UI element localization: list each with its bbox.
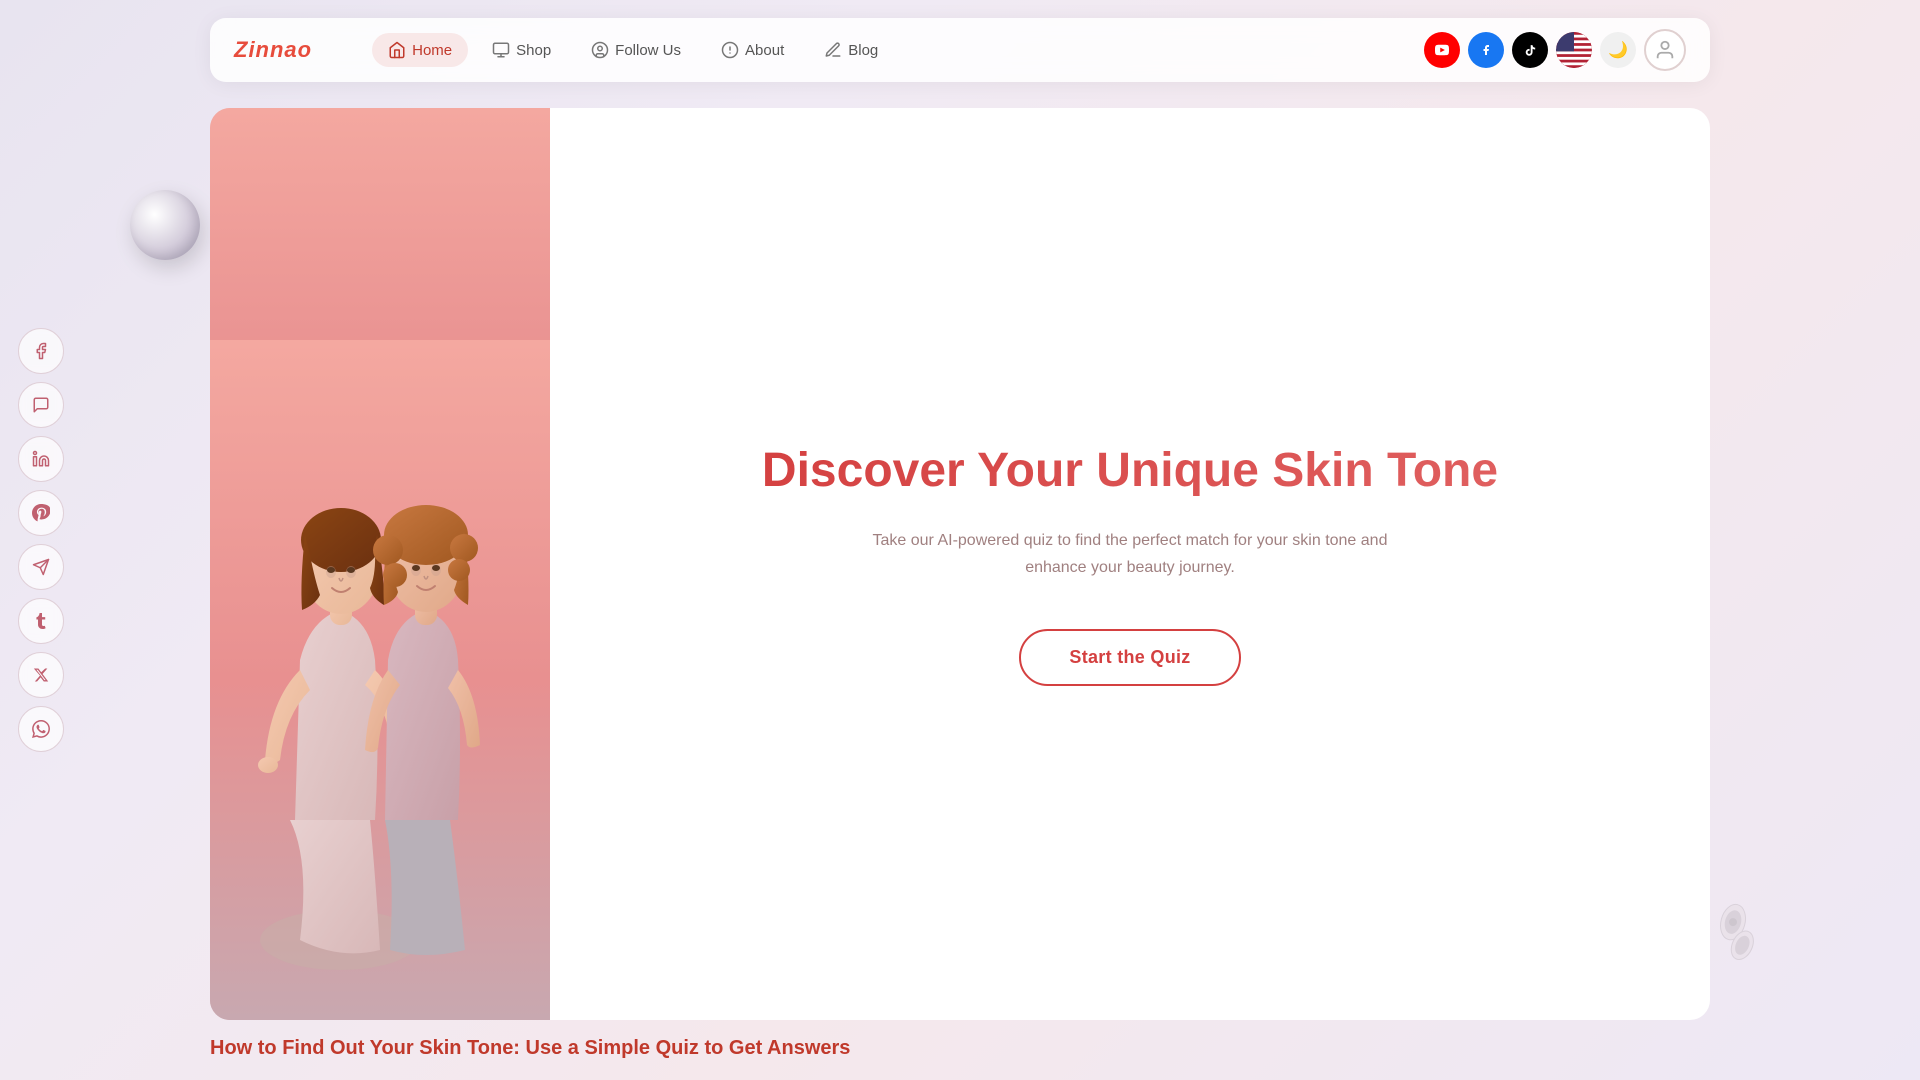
logo[interactable]: Zinnao [234,37,312,63]
language-flag-button[interactable] [1556,32,1592,68]
nav-home-label: Home [412,42,452,59]
nav-home[interactable]: Home [372,33,468,67]
nav-blog-label: Blog [848,42,878,59]
about-icon [721,41,739,59]
content-panel: Discover Your Unique Skin Tone Take our … [550,108,1710,1020]
nav-about[interactable]: About [705,33,800,67]
dark-mode-toggle[interactable]: 🌙 [1600,32,1636,68]
nav-blog[interactable]: Blog [808,33,894,67]
facebook-nav-button[interactable] [1468,32,1504,68]
nav-follow[interactable]: Follow Us [575,33,697,67]
nav-follow-label: Follow Us [615,42,681,59]
nav-links: Home Shop Follow Us [372,33,1424,67]
user-profile-button[interactable] [1644,29,1686,71]
tumblr-sidebar-icon[interactable] [18,598,64,644]
nav-about-label: About [745,42,784,59]
facebook-sidebar-icon[interactable] [18,328,64,374]
telegram-sidebar-icon[interactable] [18,544,64,590]
pinterest-sidebar-icon[interactable] [18,490,64,536]
shop-icon [492,41,510,59]
hero-image [210,108,550,1020]
blog-icon [824,41,842,59]
hero-subtitle: Take our AI-powered quiz to find the per… [840,527,1420,581]
tiktok-nav-button[interactable] [1512,32,1548,68]
start-quiz-button[interactable]: Start the Quiz [1019,629,1240,686]
social-sidebar [18,328,64,752]
hero-image-panel [210,108,550,1020]
bottom-heading: How to Find Out Your Skin Tone: Use a Si… [210,1037,1710,1060]
bottom-section: How to Find Out Your Skin Tone: Use a Si… [210,1017,1710,1080]
follow-icon [591,41,609,59]
decorative-sphere [130,190,200,260]
nav-right: 🌙 [1424,29,1686,71]
women-illustration [210,108,550,1020]
hero-title: Discover Your Unique Skin Tone [762,442,1498,500]
whatsapp-sidebar-icon[interactable] [18,706,64,752]
linkedin-sidebar-icon[interactable] [18,436,64,482]
home-icon [388,41,406,59]
youtube-nav-button[interactable] [1424,32,1460,68]
nav-shop-label: Shop [516,42,551,59]
navbar: Zinnao Home Shop Fo [210,18,1710,82]
x-twitter-sidebar-icon[interactable] [18,652,64,698]
main-content: Discover Your Unique Skin Tone Take our … [210,108,1710,1020]
nav-shop[interactable]: Shop [476,33,567,67]
message-sidebar-icon[interactable] [18,382,64,428]
